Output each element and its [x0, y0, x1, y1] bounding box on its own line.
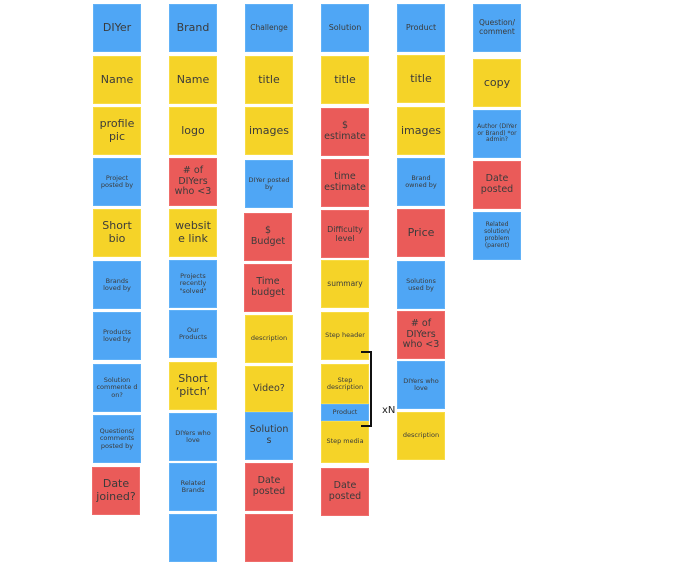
note-diyer-brands-loved-by[interactable]: Brands loved by	[93, 261, 141, 309]
note-solution-date-posted[interactable]: Date posted	[321, 468, 369, 516]
note-challenge-title[interactable]: title	[245, 56, 293, 104]
note-question-copy[interactable]: copy	[473, 59, 521, 107]
note-product-header[interactable]: Product	[397, 4, 445, 52]
note-brand-extra[interactable]	[169, 514, 217, 562]
note-solution-title[interactable]: title	[321, 56, 369, 104]
note-solution-time-estimate[interactable]: time estimate	[321, 159, 369, 207]
note-product-price[interactable]: Price	[397, 209, 445, 257]
note-diyer-date-joined[interactable]: Date joined?	[92, 467, 140, 515]
note-diyer-name[interactable]: Name	[93, 56, 141, 104]
note-challenge-images[interactable]: images	[245, 107, 293, 155]
note-challenge-description[interactable]: description	[245, 315, 293, 363]
note-brand-header[interactable]: Brand	[169, 4, 217, 52]
note-brand-diyers-love-count[interactable]: # of DIYers who <3	[169, 158, 217, 206]
note-challenge-time-budget[interactable]: Time budget	[244, 264, 292, 312]
note-solution-summary[interactable]: summary	[321, 260, 369, 308]
note-diyer-project-posted-by[interactable]: Project posted by	[93, 158, 141, 206]
note-brand-related-brands[interactable]: Related Brands	[169, 463, 217, 511]
note-brand-website-link[interactable]: website link	[169, 209, 217, 257]
note-brand-logo[interactable]: logo	[169, 107, 217, 155]
note-diyer-short-bio[interactable]: Short bio	[93, 209, 141, 257]
note-solution-difficulty[interactable]: Difficulty level	[321, 210, 369, 258]
note-challenge-solutions[interactable]: Solutions	[245, 412, 293, 460]
note-brand-short-pitch[interactable]: Short ‘pitch’	[169, 362, 217, 410]
note-diyer-solution-commented-on[interactable]: Solution commente d on?	[93, 364, 141, 412]
note-solution-cost-estimate[interactable]: $ estimate	[321, 108, 369, 156]
note-solution-step-media[interactable]: Step media	[321, 421, 369, 463]
note-challenge-budget[interactable]: $ Budget	[244, 213, 292, 261]
note-product-images[interactable]: images	[397, 107, 445, 155]
note-question-related-parent[interactable]: Related solution/ problem (parent)	[473, 212, 521, 260]
note-question-date-posted[interactable]: Date posted	[473, 161, 521, 209]
note-challenge-date-posted[interactable]: Date posted	[245, 463, 293, 511]
note-brand-name[interactable]: Name	[169, 56, 217, 104]
note-brand-our-products[interactable]: Our Products	[169, 310, 217, 358]
note-solution-header[interactable]: Solution	[321, 4, 369, 52]
note-diyer-products-loved-by[interactable]: Products loved by	[93, 312, 141, 360]
note-question-header[interactable]: Question/ comment	[473, 4, 521, 52]
note-product-solutions-used-by[interactable]: Solutions used by	[397, 261, 445, 309]
note-challenge-diyer-posted-by[interactable]: DIYer posted by	[245, 160, 293, 208]
note-diyer-questions-posted-by[interactable]: Questions/ comments posted by	[93, 415, 141, 463]
note-brand-diyers-who-love[interactable]: DIYers who love	[169, 413, 217, 461]
step-repeat-bracket	[361, 351, 372, 427]
note-product-diyers-who-love[interactable]: DIYers who love	[397, 361, 445, 409]
note-product-title[interactable]: title	[397, 55, 445, 103]
note-challenge-header[interactable]: Challenge	[245, 4, 293, 52]
note-diyer-header[interactable]: DIYer	[93, 4, 141, 52]
note-challenge-video[interactable]: Video?	[245, 366, 293, 412]
note-product-diyers-love-count[interactable]: # of DIYers who <3	[397, 311, 445, 359]
note-product-brand-owned-by[interactable]: Brand owned by	[397, 158, 445, 206]
note-diyer-profile-pic[interactable]: profile pic	[93, 107, 141, 155]
note-brand-projects-solved[interactable]: Projects recently "solved"	[169, 260, 217, 308]
note-question-author[interactable]: Author (DIYer or Brand) *or admin?	[473, 110, 521, 158]
note-product-description[interactable]: description	[397, 412, 445, 460]
note-challenge-extra[interactable]	[245, 514, 293, 562]
repeat-label: xN	[382, 405, 396, 416]
